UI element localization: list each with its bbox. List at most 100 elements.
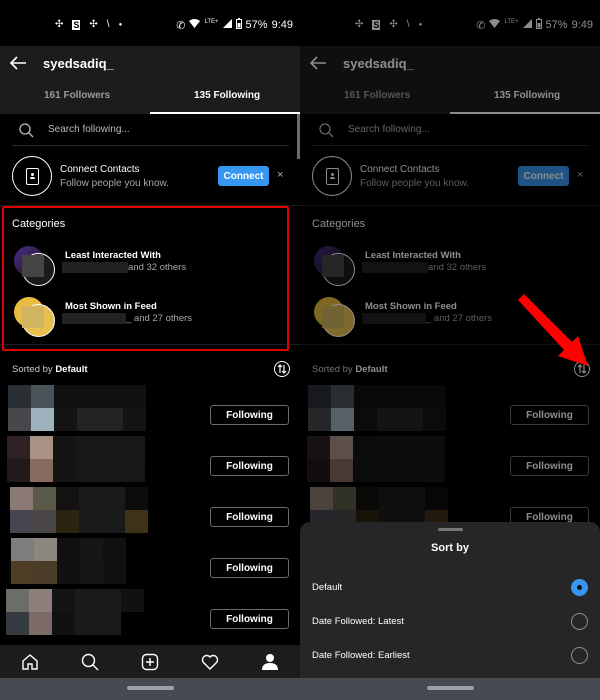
search-icon (19, 123, 34, 138)
following-button[interactable]: Following (210, 507, 289, 527)
active-tab-indicator (150, 112, 300, 114)
sort-option-default[interactable]: Default (312, 579, 590, 599)
following-button[interactable]: Following (510, 456, 589, 476)
connect-contacts-card: Connect Contacts Follow people you know.… (312, 156, 592, 196)
tab-followers[interactable]: 161 Followers (44, 90, 110, 101)
home-gesture-handle[interactable] (427, 686, 474, 690)
active-tab-indicator (450, 112, 600, 114)
bottom-navigation (0, 645, 300, 678)
gesture-navigation-bar (300, 678, 600, 700)
sort-arrows-icon (277, 364, 287, 374)
system-icons: ✆ LTE+ 57% 9:49 (476, 18, 593, 32)
lte-label: LTE+ (504, 19, 519, 25)
sorted-by-label: Sorted by Default (312, 364, 388, 375)
search-bar (12, 118, 289, 146)
arrow-left-icon (309, 56, 326, 70)
following-button[interactable]: Following (210, 456, 289, 476)
arrow-left-icon (9, 56, 26, 70)
category-avatar (314, 297, 355, 337)
call-icon: ✆ (176, 19, 186, 32)
home-icon[interactable] (21, 653, 39, 671)
pinwheel-icon: ✣ (389, 19, 398, 30)
following-button[interactable]: Following (510, 405, 589, 425)
category-title: Least Interacted With (365, 250, 461, 261)
search-input[interactable] (48, 124, 268, 135)
following-button[interactable]: Following (210, 558, 289, 578)
profile-header: syedsadiq_ 161 Followers 135 Following (300, 46, 600, 114)
s-app-icon: S (72, 19, 81, 30)
avatar-and-name-pixelated[interactable] (307, 436, 445, 482)
sort-option-date-earliest[interactable]: Date Followed: Earliest (312, 647, 590, 667)
category-avatar (314, 246, 355, 286)
connect-contacts-card: Connect Contacts Follow people you know.… (12, 156, 292, 196)
lte-label: LTE+ (204, 19, 219, 25)
annotation-highlight-box (2, 206, 289, 351)
connect-button[interactable]: Connect (218, 166, 269, 186)
tab-following[interactable]: 135 Following (194, 90, 260, 101)
clock: 9:49 (571, 19, 593, 31)
battery-icon (235, 18, 242, 32)
back-button[interactable] (8, 53, 28, 73)
battery-icon (535, 18, 542, 32)
sort-by-bottom-sheet: Sort by Default Date Followed: Latest Da… (300, 522, 600, 678)
profile-icon[interactable] (261, 653, 279, 671)
screen-following-list: ✣ S ✣ \ ● ✆ LTE+ 57% 9:49 syedsadiq_ 161… (0, 0, 300, 700)
search-icon (319, 123, 334, 138)
category-least-interacted[interactable]: Least Interacted With and 32 others (312, 246, 582, 288)
heart-icon[interactable] (201, 653, 219, 671)
contacts-icon (12, 156, 52, 196)
following-button[interactable]: Following (210, 405, 289, 425)
avatar-and-name-pixelated[interactable] (308, 385, 446, 431)
notification-icons: ✣ S ✣ \ ● (355, 19, 422, 30)
pinwheel-icon: ✣ (89, 19, 98, 30)
screen-sort-sheet: ✣ S ✣ \ ● ✆ LTE+ 57% 9:49 syedsadiq_ 161… (300, 0, 600, 700)
connect-contacts-subtitle: Follow people you know. (360, 178, 469, 189)
search-input[interactable] (348, 124, 568, 135)
search-icon[interactable] (81, 653, 99, 671)
dismiss-close-icon[interactable]: × (577, 169, 583, 181)
radio-unselected[interactable] (571, 647, 588, 664)
divider (300, 205, 600, 206)
signal-icon (522, 19, 532, 31)
system-icons: ✆ LTE+ 57% 9:49 (176, 18, 293, 32)
tab-following[interactable]: 135 Following (494, 90, 560, 101)
battery-percent: 57% (245, 19, 268, 31)
connect-contacts-subtitle: Follow people you know. (60, 178, 169, 189)
s-app-icon: S (372, 19, 381, 30)
missed-call-icon: \ (406, 19, 410, 30)
wifi-icon (189, 19, 201, 31)
category-subtitle: _ and 27 others (362, 313, 492, 324)
avatar-and-name-pixelated[interactable] (7, 436, 145, 482)
pinwheel-icon: ✣ (55, 19, 64, 30)
radio-unselected[interactable] (571, 613, 588, 630)
avatar-and-name-pixelated[interactable] (10, 487, 148, 533)
username-title: syedsadiq_ (43, 56, 114, 71)
pinwheel-icon: ✣ (355, 19, 364, 30)
contacts-icon (312, 156, 352, 196)
avatar-and-name-pixelated[interactable] (6, 589, 144, 635)
avatar-and-name-pixelated[interactable] (11, 538, 149, 584)
profile-header: syedsadiq_ 161 Followers 135 Following (0, 46, 300, 114)
sort-toggle-button[interactable] (274, 361, 290, 377)
avatar-and-name-pixelated[interactable] (8, 385, 146, 431)
sheet-title: Sort by (431, 542, 469, 554)
signal-icon (222, 19, 232, 31)
sort-option-date-latest[interactable]: Date Followed: Latest (312, 613, 590, 633)
connect-contacts-title: Connect Contacts (360, 164, 440, 175)
dismiss-close-icon[interactable]: × (277, 169, 283, 181)
categories-heading: Categories (312, 218, 366, 230)
sheet-drag-handle[interactable] (438, 528, 463, 531)
radio-selected[interactable] (571, 579, 588, 596)
tab-followers[interactable]: 161 Followers (344, 90, 410, 101)
back-button[interactable] (308, 53, 328, 73)
home-gesture-handle[interactable] (127, 686, 174, 690)
username-title: syedsadiq_ (343, 56, 414, 71)
notification-icons: ✣ S ✣ \ ● (55, 19, 122, 30)
new-post-icon[interactable] (141, 653, 159, 671)
sorted-by-label: Sorted by Default (12, 364, 88, 375)
status-bar: ✣ S ✣ \ ● ✆ LTE+ 57% 9:49 (0, 0, 300, 46)
dot-icon: ● (418, 21, 423, 28)
following-button[interactable]: Following (210, 609, 289, 629)
connect-button[interactable]: Connect (518, 166, 569, 186)
battery-percent: 57% (545, 19, 568, 31)
